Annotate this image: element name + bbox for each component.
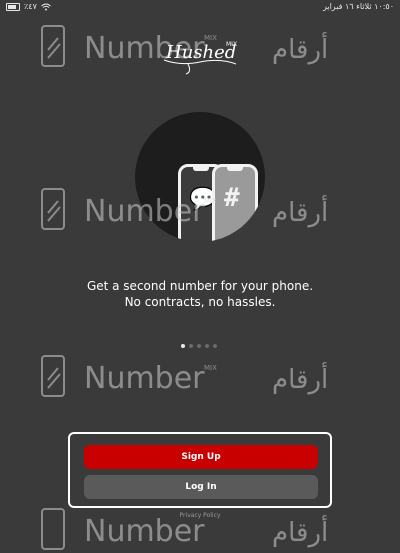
phone-hash-icon: # [212,164,258,242]
svg-text:MIX: MIX [204,364,217,372]
tagline: Get a second number for your phone. No c… [0,278,400,310]
svg-text:Number: Number [84,514,205,549]
watermark-overlay: Number MIX أرقام [41,355,328,397]
page-dot[interactable] [197,344,201,348]
svg-text:أرقام: أرقام [272,31,328,65]
hash-icon: # [224,183,240,213]
app-logo: Hushed MIX [163,41,237,75]
tagline-line-1: Get a second number for your phone. [86,279,314,293]
sign-up-button[interactable]: Sign Up [84,445,318,469]
auth-buttons-group: Sign Up Log In [68,432,332,508]
battery-icon [6,2,20,11]
status-bar-right: ١٠:٥٠ ثلاثاء ١٦ فبراير [323,2,394,11]
page-dot[interactable] [189,344,193,348]
logo-badge: MIX [226,41,237,48]
phones-illustration: 💬 # [135,112,265,242]
status-bar-left: ٪٤٧ [6,2,51,11]
status-time-date: ١٠:٥٠ ثلاثاء ١٦ فبراير [322,2,394,11]
status-bar: ٪٤٧ ١٠:٥٠ ثلاثاء ١٦ فبراير [0,0,400,14]
page-dot[interactable] [205,344,209,348]
svg-text:أرقام: أرقام [272,361,328,395]
svg-text:أرقام: أرقام [272,194,328,228]
page-dot[interactable] [213,344,217,348]
wifi-icon [41,3,51,10]
battery-percent: ٪٤٧ [24,2,37,11]
page-dot[interactable] [181,344,185,348]
privacy-policy-link[interactable]: Privacy Policy [0,512,400,519]
svg-text:Number: Number [84,361,205,396]
svg-text:أرقام: أرقام [272,514,328,548]
tagline-line-2: No contracts, no hassles. [124,295,276,309]
log-in-button[interactable]: Log In [84,475,318,499]
page-indicator[interactable] [181,344,217,348]
